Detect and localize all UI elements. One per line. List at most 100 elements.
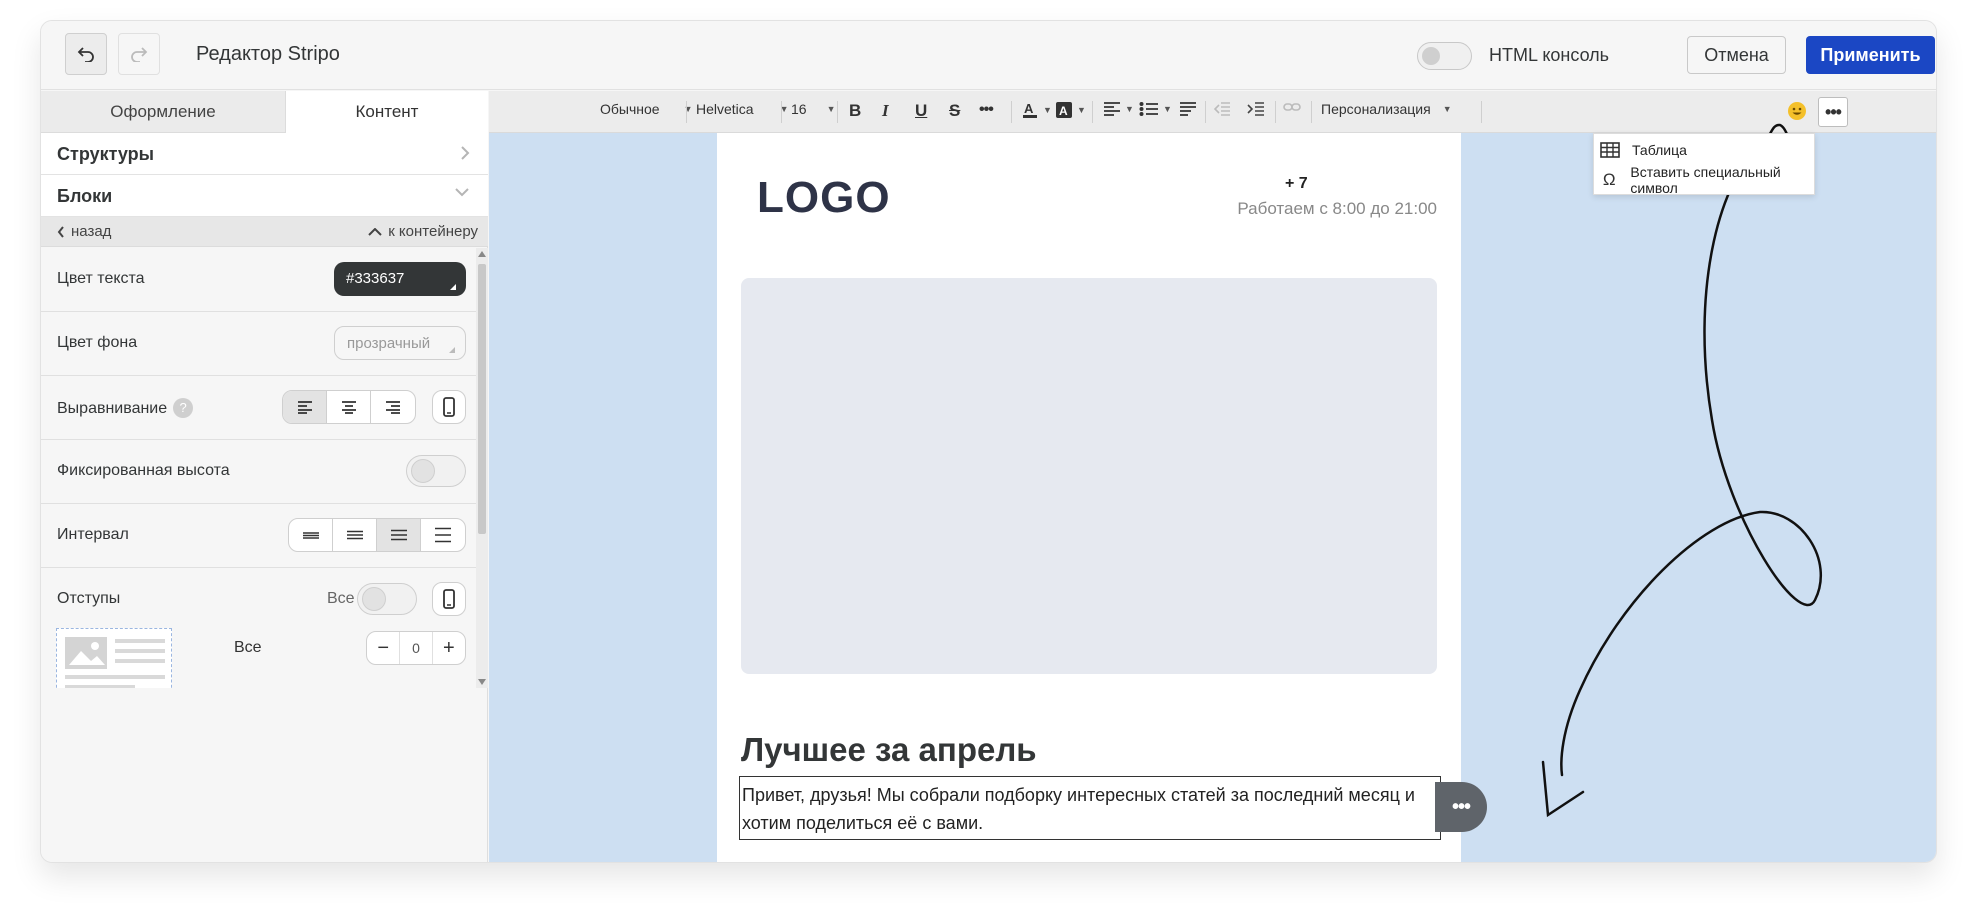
caret-down-icon: ▼ — [1077, 105, 1086, 115]
align-left-icon — [1104, 102, 1120, 116]
spacing-normal-button[interactable] — [333, 519, 377, 551]
padding-all-row-label: Все — [234, 639, 262, 656]
font-color-icon: A — [1023, 101, 1037, 118]
decrement-button[interactable]: − — [367, 632, 399, 664]
align-left-button[interactable] — [283, 391, 327, 423]
italic-button[interactable]: I — [882, 101, 889, 121]
email-heading[interactable]: Лучшее за апрель — [741, 731, 1037, 769]
padding-value[interactable]: 0 — [399, 632, 433, 664]
menu-item-table[interactable]: Таблица — [1594, 135, 1816, 165]
mobile-toggle-button[interactable] — [432, 390, 466, 424]
font-size-select[interactable]: 16 ▼ — [791, 101, 836, 117]
to-container-label: к контейнеру — [388, 223, 478, 240]
outdent-icon — [1213, 102, 1230, 116]
selected-text-block[interactable]: Привет, друзья! Мы собрали подборку инте… — [739, 776, 1441, 840]
fixed-height-switch[interactable] — [406, 455, 466, 487]
scroll-down-icon — [478, 679, 486, 685]
chevron-up-icon — [368, 227, 382, 236]
underline-button[interactable]: U — [915, 101, 927, 121]
svg-text:A: A — [1059, 104, 1068, 118]
spacing-tight-button[interactable] — [289, 519, 333, 551]
bg-color-label: Цвет фона — [57, 334, 138, 351]
text-color-value: #333637 — [346, 270, 405, 287]
italic-icon: I — [882, 101, 889, 120]
alignment-segmented — [282, 390, 416, 424]
block-nav-bar: назад к контейнеру — [41, 217, 488, 247]
bold-button[interactable]: B — [849, 101, 861, 121]
spacing-wide-button[interactable] — [377, 519, 421, 551]
padding-mobile-button[interactable] — [432, 582, 466, 616]
block-actions-button[interactable]: ••• — [1435, 782, 1487, 832]
list-menu-button[interactable]: ▼ — [1139, 101, 1172, 117]
to-container-link[interactable]: к контейнеру — [368, 223, 478, 240]
toggle-knob — [1422, 47, 1440, 65]
text-color-row: Цвет текста #333637 — [41, 248, 476, 312]
format-select[interactable]: Обычное ▼ — [600, 101, 693, 117]
indent-button[interactable] — [1247, 101, 1265, 117]
undo-button[interactable] — [65, 33, 107, 75]
html-console-label: HTML консоль — [1489, 45, 1610, 65]
panel-tabs: Оформление Контент — [41, 91, 488, 133]
spacing-widest-button[interactable] — [421, 519, 465, 551]
logo[interactable]: LOGO — [757, 173, 891, 223]
settings-scrollbar[interactable] — [476, 248, 488, 688]
help-icon[interactable]: ? — [173, 398, 194, 418]
tab-design[interactable]: Оформление — [41, 91, 286, 133]
cancel-button[interactable]: Отмена — [1687, 36, 1786, 74]
mobile-icon — [443, 589, 455, 609]
back-link[interactable]: назад — [57, 223, 111, 240]
link-button[interactable] — [1283, 101, 1301, 113]
toolbar-divider — [1311, 101, 1312, 123]
bg-color-button[interactable]: A ▼ — [1055, 101, 1086, 119]
section-blocks-label: Блоки — [57, 186, 113, 206]
padding-all-label: Все — [327, 590, 355, 607]
section-blocks[interactable]: Блоки — [41, 175, 488, 217]
html-console-toggle[interactable] — [1417, 42, 1472, 70]
spacing-wide-icon — [390, 529, 407, 541]
header-bar: Редактор Stripo HTML консоль Отмена Прим… — [41, 21, 1936, 90]
padding-all-switch[interactable] — [357, 583, 417, 615]
emoji-button[interactable] — [1787, 101, 1807, 121]
block-settings: Цвет текста #333637 Цвет фона прозрачный… — [41, 248, 476, 688]
font-select[interactable]: Helvetica ▼ — [696, 101, 789, 117]
caret-down-icon: ▼ — [1163, 104, 1172, 114]
padding-preview — [56, 628, 172, 688]
tab-content[interactable]: Контент — [286, 91, 488, 133]
padding-label: Отступы — [57, 590, 121, 607]
bg-color-row: Цвет фона прозрачный — [41, 312, 476, 376]
align-center-button[interactable] — [327, 391, 371, 423]
outdent-button[interactable] — [1213, 101, 1231, 117]
scrollbar-thumb[interactable] — [478, 264, 486, 534]
strikethrough-button[interactable]: S — [949, 101, 960, 121]
phone-number[interactable]: + 7 — [1285, 175, 1308, 193]
redo-button[interactable] — [118, 33, 160, 75]
more-tools-button[interactable]: ••• — [1818, 97, 1848, 127]
bg-color-picker[interactable]: прозрачный — [334, 326, 466, 360]
text-color-picker[interactable]: #333637 — [334, 262, 466, 296]
line-height-button[interactable] — [1179, 101, 1197, 117]
section-structures[interactable]: Структуры — [41, 133, 488, 175]
apply-button[interactable]: Применить — [1806, 36, 1935, 74]
working-hours[interactable]: Работаем с 8:00 до 21:00 — [1237, 199, 1437, 219]
email-template: LOGO + 7 Работаем с 8:00 до 21:00 Лучшее… — [717, 133, 1487, 862]
more-format-button[interactable]: ••• — [979, 101, 994, 119]
text-color-label: Цвет текста — [57, 270, 145, 287]
section-structures-label: Структуры — [57, 144, 154, 164]
more-dots-icon: ••• — [979, 101, 994, 118]
alignment-label: Выравнивание — [57, 400, 168, 417]
hero-image-placeholder[interactable] — [741, 278, 1437, 674]
increment-button[interactable]: + — [433, 632, 465, 664]
more-dots-icon: ••• — [1451, 795, 1471, 818]
toolbar-divider — [1275, 101, 1276, 123]
spacing-tight-icon — [302, 532, 319, 539]
align-menu-button[interactable]: ▼ — [1103, 101, 1134, 117]
personalization-select[interactable]: Персонализация ▼ — [1321, 101, 1452, 117]
text-color-button[interactable]: A ▼ — [1021, 101, 1052, 119]
align-right-button[interactable] — [371, 391, 415, 423]
line-spacing-row: Интервал — [41, 504, 476, 568]
strikethrough-icon: S — [949, 101, 961, 120]
font-value: Helvetica — [696, 101, 754, 117]
menu-item-special-char[interactable]: Ω Вставить специальный символ — [1594, 164, 1816, 196]
font-size-value: 16 — [791, 101, 807, 117]
chevron-left-icon — [57, 225, 64, 238]
